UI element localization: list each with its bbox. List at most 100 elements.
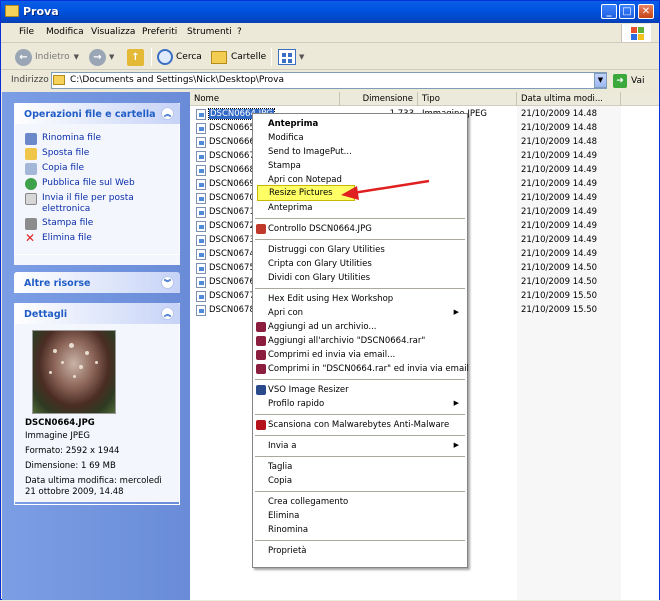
context-menu-item[interactable]: Hex Edit using Hex Workshop bbox=[253, 292, 467, 306]
details-panel: Dettagli ︽ DSCN0664.JPG Immagine JPEG Fo… bbox=[14, 303, 180, 505]
task-pane: Operazioni file e cartella ︽ Rinomina fi… bbox=[2, 92, 190, 600]
expand-chevron-icon[interactable]: ︾ bbox=[161, 276, 174, 289]
submenu-arrow-icon: ▶ bbox=[453, 441, 459, 449]
jpeg-file-icon bbox=[196, 165, 206, 176]
context-menu-item[interactable]: Distruggi con Glary Utilities bbox=[253, 243, 467, 257]
menu-separator bbox=[255, 414, 465, 415]
context-menu-item[interactable]: Comprimi ed invia via email... bbox=[253, 348, 467, 362]
jpeg-file-icon bbox=[196, 207, 206, 218]
menu-item-label: Rinomina bbox=[268, 525, 309, 535]
context-menu-item[interactable]: Copia bbox=[253, 474, 467, 488]
submenu-arrow-icon: ▶ bbox=[453, 308, 459, 316]
context-menu-item[interactable]: Send to ImagePut... bbox=[253, 145, 467, 159]
rename-icon bbox=[25, 133, 37, 145]
jpeg-file-icon bbox=[196, 249, 206, 260]
menu-file[interactable]: File bbox=[19, 27, 34, 37]
task-copy[interactable]: Copia file bbox=[25, 163, 173, 175]
context-menu-item[interactable]: Taglia bbox=[253, 460, 467, 474]
file-name: DSCN0675 bbox=[209, 263, 255, 273]
task-print[interactable]: Stampa file bbox=[25, 218, 173, 230]
context-menu-item[interactable]: Apri con ▶ bbox=[253, 306, 467, 320]
maximize-button[interactable]: □ bbox=[619, 4, 635, 19]
up-folder-button[interactable]: ↑ bbox=[127, 47, 147, 67]
context-menu-item[interactable]: Dividi con Glary Utilities bbox=[253, 271, 467, 285]
jpeg-file-icon bbox=[196, 305, 206, 316]
menu-separator bbox=[255, 218, 465, 219]
back-button[interactable]: ← Indietro ▼ bbox=[15, 47, 79, 67]
other-places-panel: Altre risorse ︾ bbox=[14, 272, 180, 293]
jpeg-file-icon bbox=[196, 221, 206, 232]
forward-arrow-icon: → bbox=[89, 48, 106, 66]
task-move[interactable]: Sposta file bbox=[25, 148, 173, 160]
details-header[interactable]: Dettagli ︽ bbox=[14, 303, 180, 324]
task-email[interactable]: Invia il file per posta elettronica bbox=[25, 193, 173, 215]
menu-item-label: Profilo rapido bbox=[268, 399, 325, 409]
address-dropdown-button[interactable]: ▼ bbox=[594, 73, 607, 88]
file-name: DSCN0676 bbox=[209, 277, 255, 287]
address-input[interactable]: C:\Documents and Settings\Nick\Desktop\P… bbox=[51, 72, 607, 89]
context-menu-item[interactable]: Controllo DSCN0664.JPG bbox=[253, 222, 467, 236]
views-button[interactable]: ▼ bbox=[278, 47, 304, 67]
menu-separator bbox=[255, 435, 465, 436]
folders-button[interactable]: Cartelle bbox=[211, 47, 266, 67]
file-name: DSCN0672 bbox=[209, 221, 255, 231]
toolbar: ← Indietro ▼ → ▼ ↑ Cerca Cartelle ▼ bbox=[1, 44, 659, 70]
context-menu-item[interactable]: Elimina bbox=[253, 509, 467, 523]
file-tasks-title: Operazioni file e cartella bbox=[24, 109, 156, 120]
file-tasks-header[interactable]: Operazioni file e cartella ︽ bbox=[14, 103, 180, 124]
menu-separator bbox=[255, 379, 465, 380]
column-size[interactable]: Dimensione bbox=[340, 92, 418, 106]
title-bar[interactable]: Prova _ □ ✕ bbox=[1, 1, 659, 23]
context-menu-item[interactable]: Cripta con Glary Utilities bbox=[253, 257, 467, 271]
menu-bar: File Modifica Visualizza Preferiti Strum… bbox=[1, 23, 659, 43]
context-menu-item[interactable]: Modifica bbox=[253, 131, 467, 145]
go-button[interactable]: ➜ Vai bbox=[613, 73, 655, 89]
menu-help[interactable]: ? bbox=[237, 27, 242, 37]
up-folder-icon: ↑ bbox=[127, 48, 144, 66]
file-date: 21/10/2009 14.49 bbox=[521, 151, 598, 161]
detail-filename: DSCN0664.JPG bbox=[25, 418, 95, 428]
go-arrow-icon: ➜ bbox=[613, 74, 627, 88]
context-menu-item[interactable]: Proprietà bbox=[253, 544, 467, 558]
context-menu-item[interactable]: Anteprima bbox=[253, 117, 467, 131]
context-menu-item[interactable]: Scansiona con Malwarebytes Anti-Malware bbox=[253, 418, 467, 432]
context-menu: Anteprima Modifica Send to ImagePut... Stam… bbox=[252, 113, 469, 568]
collapse-chevron-icon[interactable]: ︽ bbox=[161, 107, 174, 120]
back-arrow-icon: ← bbox=[15, 48, 32, 66]
close-button[interactable]: ✕ bbox=[638, 4, 654, 19]
menu-preferiti[interactable]: Preferiti bbox=[142, 27, 177, 37]
column-date[interactable]: Data ultima modi... bbox=[517, 92, 621, 106]
chevron-down-icon: ▼ bbox=[299, 53, 305, 61]
column-name[interactable]: Nome bbox=[190, 92, 340, 106]
forward-button[interactable]: → ▼ bbox=[89, 47, 114, 67]
context-menu-item[interactable]: VSO Image Resizer bbox=[253, 383, 467, 397]
resize-pictures-highlight[interactable]: Resize Pictures bbox=[257, 185, 355, 201]
context-menu-item[interactable]: Aggiungi ad un archivio... bbox=[253, 320, 467, 334]
search-button[interactable]: Cerca bbox=[157, 47, 202, 67]
file-date: 21/10/2009 14.49 bbox=[521, 179, 598, 189]
other-places-title: Altre risorse bbox=[24, 278, 91, 289]
context-menu-item[interactable]: Rinomina bbox=[253, 523, 467, 537]
context-menu-item[interactable]: Profilo rapido ▶ bbox=[253, 397, 467, 411]
minimize-button[interactable]: _ bbox=[601, 4, 617, 19]
menu-item-label: Apri con bbox=[268, 308, 304, 318]
menu-item-label: Comprimi in "DSCN0664.rar" ed invia via … bbox=[268, 364, 469, 374]
other-places-header[interactable]: Altre risorse ︾ bbox=[14, 272, 180, 293]
menu-item-label: Hex Edit using Hex Workshop bbox=[268, 294, 394, 304]
menu-visualizza[interactable]: Visualizza bbox=[91, 27, 135, 37]
context-menu-item[interactable]: Comprimi in "DSCN0664.rar" ed invia via … bbox=[253, 362, 469, 376]
menu-modifica[interactable]: Modifica bbox=[46, 27, 84, 37]
task-delete[interactable]: ✕ Elimina file bbox=[25, 232, 173, 245]
column-type[interactable]: Tipo bbox=[418, 92, 517, 106]
menu-strumenti[interactable]: Strumenti bbox=[187, 27, 232, 37]
task-publish-web[interactable]: Pubblica file sul Web bbox=[25, 178, 173, 190]
collapse-chevron-icon[interactable]: ︽ bbox=[161, 307, 174, 320]
context-menu-item[interactable]: Aggiungi all'archivio "DSCN0664.rar" bbox=[253, 334, 467, 348]
context-menu-item[interactable]: Crea collegamento bbox=[253, 495, 467, 509]
menu-item-label: Stampa bbox=[268, 161, 301, 171]
context-menu-item[interactable]: Invia a ▶ bbox=[253, 439, 467, 453]
context-menu-item[interactable]: Stampa bbox=[253, 159, 467, 173]
context-menu-item[interactable]: Anteprima bbox=[253, 201, 467, 215]
task-rename[interactable]: Rinomina file bbox=[25, 133, 173, 145]
jpeg-file-icon bbox=[196, 109, 206, 120]
